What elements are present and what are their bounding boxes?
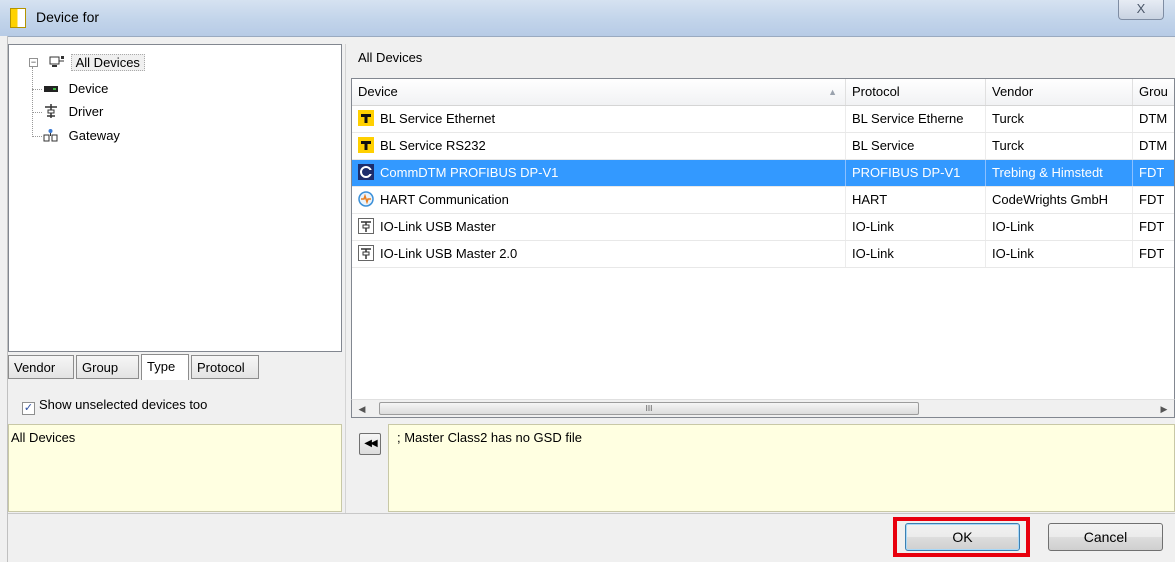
device-name: BL Service RS232 — [380, 138, 486, 153]
tree-connector — [32, 67, 33, 137]
table-row[interactable]: IO-Link USB Master 2.0 IO-Link IO-Link F… — [352, 241, 1174, 268]
tree-connector — [32, 89, 42, 90]
window-left-edge — [0, 36, 8, 562]
tab-vendor[interactable]: Vendor — [8, 355, 74, 379]
device-icon — [44, 86, 58, 92]
protocol-cell: HART — [846, 187, 986, 213]
device-name: IO-Link USB Master — [380, 219, 496, 234]
device-info-panel: ; Master Class2 has no GSD file — [388, 424, 1175, 512]
close-icon: X — [1136, 1, 1146, 16]
sort-ascending-icon: ▲ — [828, 87, 837, 97]
device-info-text: ; Master Class2 has no GSD file — [397, 430, 582, 445]
list-header: Device ▲ Protocol Vendor Grou — [352, 79, 1174, 106]
vendor-cell: CodeWrights GmbH — [986, 187, 1133, 213]
scroll-right-icon[interactable]: ▶ — [1156, 402, 1172, 416]
tree-item-all-devices[interactable]: − All Devices — [29, 53, 145, 73]
turck-icon — [358, 137, 374, 153]
device-name: BL Service Ethernet — [380, 111, 496, 126]
network-icon — [49, 56, 64, 67]
gateway-icon — [43, 129, 58, 142]
device-type-tree[interactable]: − All Devices Device Driver Gateway — [8, 44, 342, 352]
tab-protocol[interactable]: Protocol — [191, 355, 259, 379]
protocol-cell: BL Service Etherne — [846, 106, 986, 132]
column-header-device[interactable]: Device ▲ — [352, 79, 846, 105]
device-name: IO-Link USB Master 2.0 — [380, 246, 518, 261]
protocol-cell: IO-Link — [846, 214, 986, 240]
table-row[interactable]: IO-Link USB Master IO-Link IO-Link FDT — [352, 214, 1174, 241]
driver-icon — [358, 245, 374, 261]
ok-button-highlight — [893, 517, 1030, 557]
table-row[interactable]: BL Service RS232 BL Service Turck DTM — [352, 133, 1174, 160]
tree-item-device[interactable]: Device — [43, 79, 112, 99]
column-header-protocol[interactable]: Protocol — [846, 79, 986, 105]
button-bar-divider — [8, 513, 1175, 514]
horizontal-scrollbar[interactable]: ◀ III ▶ — [351, 399, 1175, 418]
scroll-left-icon[interactable]: ◀ — [354, 402, 370, 416]
tree-label: Gateway — [68, 128, 120, 143]
device-for-dialog: Device for X − All Devices Device Driver… — [0, 0, 1175, 562]
collapse-tree-icon[interactable]: − — [29, 58, 38, 67]
group-cell: DTM — [1133, 133, 1174, 159]
window-title: Device for — [36, 9, 100, 25]
tree-label: Driver — [68, 104, 104, 119]
app-icon — [10, 8, 26, 28]
column-header-group[interactable]: Grou — [1133, 79, 1174, 105]
selection-info-panel: All Devices — [8, 424, 342, 512]
column-header-label: Device — [358, 84, 398, 99]
protocol-cell: IO-Link — [846, 241, 986, 267]
tree-item-gateway[interactable]: Gateway — [43, 126, 124, 146]
list-caption: All Devices — [358, 50, 423, 65]
group-cell: DTM — [1133, 106, 1174, 132]
tree-item-driver[interactable]: Driver — [43, 102, 107, 122]
pane-splitter[interactable] — [345, 44, 346, 514]
turck-icon — [358, 110, 374, 126]
driver-icon — [358, 218, 374, 234]
protocol-cell: PROFIBUS DP-V1 — [846, 160, 986, 186]
group-cell: FDT — [1133, 241, 1174, 267]
protocol-cell: BL Service — [846, 133, 986, 159]
show-unselected-checkbox[interactable]: ✓ — [22, 402, 35, 415]
group-cell: FDT — [1133, 214, 1174, 240]
double-chevron-left-icon: ◀◀ — [364, 438, 377, 449]
tab-type[interactable]: Type — [141, 354, 189, 380]
title-bar[interactable]: Device for X — [0, 0, 1175, 37]
selection-info-text: All Devices — [11, 430, 76, 445]
vendor-cell: Turck — [986, 133, 1133, 159]
device-name: HART Communication — [380, 192, 509, 207]
commdtm-icon — [358, 164, 374, 180]
table-row[interactable]: BL Service Ethernet BL Service Etherne T… — [352, 106, 1174, 133]
device-list[interactable]: Device ▲ Protocol Vendor Grou BL Service… — [351, 78, 1175, 418]
hart-icon — [358, 191, 374, 207]
tree-connector — [32, 112, 42, 113]
tree-connector — [32, 136, 42, 137]
driver-icon — [45, 104, 57, 118]
scroll-thumb[interactable]: III — [379, 402, 919, 415]
table-row[interactable]: HART Communication HART CodeWrights GmbH… — [352, 187, 1174, 214]
vendor-cell: Trebing & Himstedt — [986, 160, 1133, 186]
cancel-button[interactable]: Cancel — [1048, 523, 1163, 551]
vendor-cell: Turck — [986, 106, 1133, 132]
column-header-vendor[interactable]: Vendor — [986, 79, 1133, 105]
vendor-cell: IO-Link — [986, 241, 1133, 267]
vendor-cell: IO-Link — [986, 214, 1133, 240]
show-unselected-label: Show unselected devices too — [39, 397, 208, 412]
tree-label: All Devices — [70, 54, 145, 71]
table-row-selected[interactable]: CommDTM PROFIBUS DP-V1 PROFIBUS DP-V1 Tr… — [352, 160, 1174, 187]
tab-group[interactable]: Group — [76, 355, 139, 379]
show-unselected-option[interactable]: ✓ Show unselected devices too — [22, 396, 208, 415]
scroll-grip-icon: III — [645, 404, 653, 413]
device-name: CommDTM PROFIBUS DP-V1 — [380, 165, 559, 180]
group-cell: FDT — [1133, 187, 1174, 213]
collapse-pane-button[interactable]: ◀◀ — [359, 433, 381, 455]
tree-label: Device — [68, 81, 109, 96]
group-cell: FDT — [1133, 160, 1174, 186]
close-button[interactable]: X — [1118, 0, 1164, 20]
